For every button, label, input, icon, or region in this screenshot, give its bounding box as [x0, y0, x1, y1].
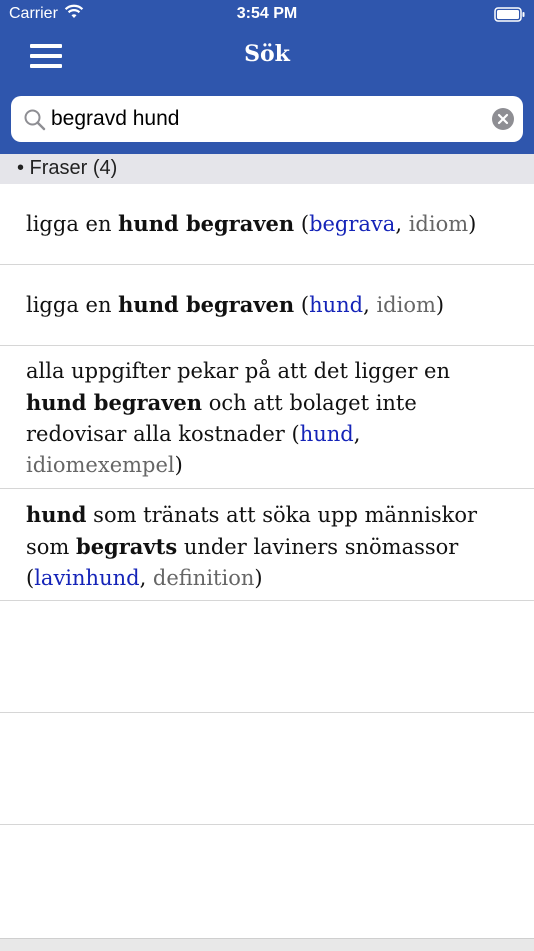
status-time: 3:54 PM [236, 5, 298, 22]
bottom-bar [0, 938, 534, 951]
result-link[interactable]: hund [309, 293, 363, 317]
result-text: hund som tränats att söka upp människor … [26, 502, 477, 590]
search-icon [23, 108, 47, 137]
result-link[interactable]: begrava [309, 212, 395, 236]
section-label: • Fraser (4) [17, 157, 118, 179]
empty-row [0, 713, 534, 825]
result-text: ligga en hund begraven (hund, idiom) [26, 292, 445, 317]
empty-row [0, 601, 534, 713]
app-header: Carrier 3:54 PM Sök [0, 0, 534, 154]
result-text: ligga en hund begraven (begrava, idiom) [26, 211, 477, 236]
list-item[interactable]: ligga en hund begraven (hund, idiom) [0, 265, 534, 346]
list-item[interactable]: alla uppgifter pekar på att det ligger e… [0, 346, 534, 489]
status-bar: Carrier 3:54 PM [0, 0, 534, 30]
battery-icon [494, 7, 526, 28]
search-input[interactable] [51, 104, 481, 134]
section-header-fraser: • Fraser (4) [0, 154, 534, 184]
list-item[interactable]: ligga en hund begraven (begrava, idiom) [0, 184, 534, 265]
result-link[interactable]: lavinhund [34, 566, 139, 590]
clear-search-icon[interactable] [492, 108, 514, 130]
result-text: alla uppgifter pekar på att det ligger e… [26, 359, 451, 477]
list-item[interactable]: hund som tränats att söka upp människor … [0, 489, 534, 601]
search-bar [11, 96, 523, 142]
page-title: Sök [244, 41, 290, 67]
result-link[interactable]: hund [300, 422, 354, 446]
navigation-bar: Sök [0, 30, 534, 96]
